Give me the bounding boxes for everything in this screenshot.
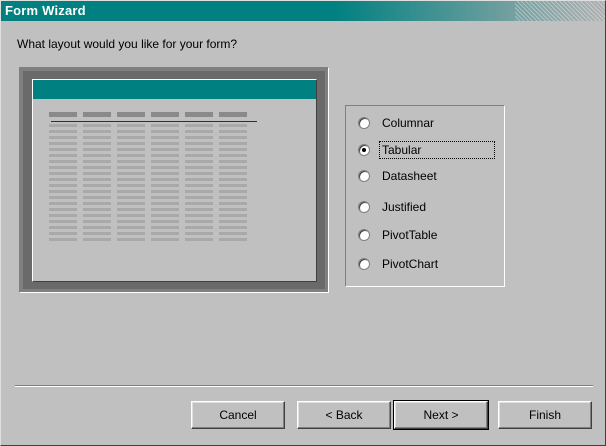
layout-option-label: Columnar [382, 116, 435, 130]
window-title: Form Wizard [5, 3, 86, 18]
preview-column [185, 112, 213, 244]
layout-option-label: PivotTable [382, 228, 438, 242]
layout-option-label: Tabular [379, 141, 495, 159]
preview-tabular-grid [49, 112, 259, 282]
preview-form-header [33, 80, 316, 99]
layout-question: What layout would you like for your form… [17, 37, 238, 51]
back-button[interactable]: < Back [297, 401, 391, 429]
layout-option-justified[interactable]: Justified [358, 198, 428, 216]
title-bar-gradient [515, 1, 605, 21]
radio-button-icon[interactable] [358, 144, 370, 156]
layout-option-label: PivotChart [382, 257, 439, 271]
layout-option-pivottable[interactable]: PivotTable [358, 226, 439, 244]
radio-button-icon[interactable] [358, 201, 370, 213]
preview-header-rule [51, 121, 257, 122]
radio-button-icon[interactable] [358, 258, 370, 270]
cancel-button-label: Cancel [219, 408, 257, 422]
preview-column [83, 112, 111, 244]
form-wizard-window: Form Wizard What layout would you like f… [0, 0, 606, 446]
back-button-label: < Back [325, 408, 363, 422]
cancel-button[interactable]: Cancel [191, 401, 285, 429]
radio-button-icon[interactable] [358, 117, 370, 129]
layout-option-columnar[interactable]: Columnar [358, 114, 436, 132]
layout-option-datasheet[interactable]: Datasheet [358, 167, 439, 185]
finish-button[interactable]: Finish [498, 401, 592, 429]
radio-button-icon[interactable] [358, 170, 370, 182]
preview-column [151, 112, 179, 244]
preview-column [219, 112, 247, 244]
layout-option-label: Datasheet [382, 169, 437, 183]
title-bar[interactable]: Form Wizard [1, 1, 605, 21]
layout-preview-backdrop [23, 71, 325, 289]
layout-option-tabular[interactable]: Tabular [358, 141, 495, 159]
next-button-label: Next > [423, 408, 459, 422]
preview-column [49, 112, 77, 244]
layout-option-pivotchart[interactable]: PivotChart [358, 255, 440, 273]
preview-column [117, 112, 145, 244]
preview-form [32, 79, 317, 282]
layout-options-group: Columnar Tabular Datasheet Justified Piv… [345, 105, 505, 287]
finish-button-label: Finish [528, 408, 561, 422]
radio-button-icon[interactable] [358, 229, 370, 241]
layout-preview [19, 67, 329, 293]
layout-option-label: Justified [382, 200, 427, 214]
button-divider [15, 385, 593, 387]
next-button[interactable]: Next > [393, 400, 489, 430]
